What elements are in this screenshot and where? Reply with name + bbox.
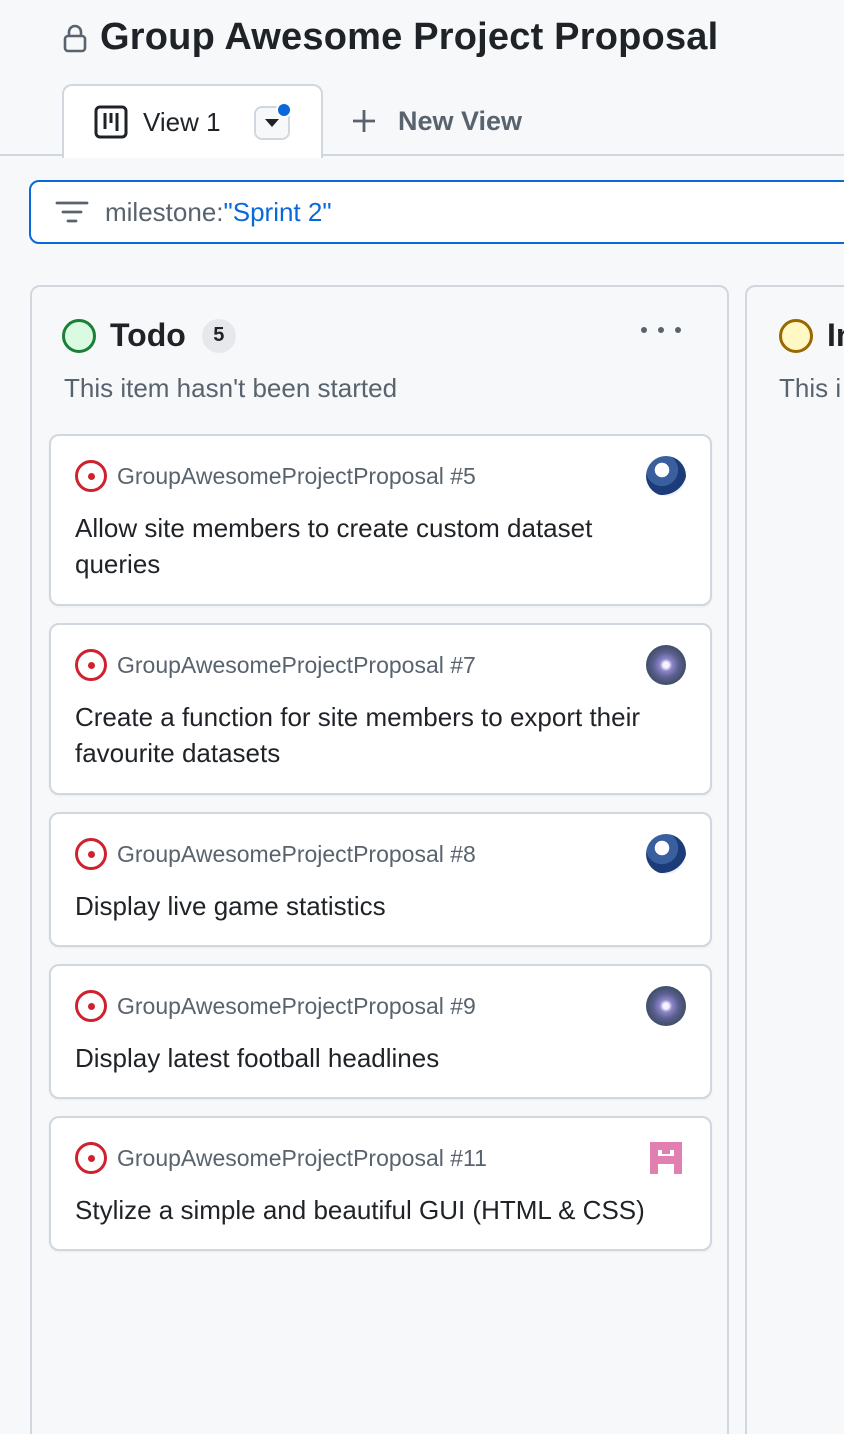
card-repo-link[interactable]: GroupAwesomeProjectProposal #9: [117, 993, 476, 1020]
project-title: Group Awesome Project Proposal: [100, 16, 719, 58]
column-header: Todo 5: [62, 317, 236, 354]
wave-avatar[interactable]: [646, 456, 686, 496]
column-description: This i: [779, 373, 842, 403]
filter-value: "Sprint 2": [223, 196, 332, 227]
filter-input[interactable]: milestone:"Sprint 2": [29, 180, 844, 244]
in-progress-status-icon: [779, 318, 813, 353]
issue-open-icon: [75, 838, 107, 870]
card-title[interactable]: Allow site members to create custom data…: [75, 510, 675, 582]
new-view-label: New View: [398, 105, 523, 136]
column-in-progress: In This i: [745, 285, 844, 1434]
card-repo-link[interactable]: GroupAwesomeProjectProposal #7: [117, 652, 476, 679]
project-header: Group Awesome Project Proposal View 1 Ne…: [0, 0, 844, 158]
filter-icon: [55, 198, 89, 226]
card-repo-link[interactable]: GroupAwesomeProjectProposal #8: [117, 841, 476, 868]
column-description: This item hasn't been started: [64, 373, 398, 403]
galaxy-avatar[interactable]: [646, 645, 686, 685]
card-meta: GroupAwesomeProjectProposal #5: [75, 460, 476, 492]
column-title: In: [827, 317, 844, 353]
wave-avatar[interactable]: [646, 834, 686, 874]
column-menu-icon[interactable]: [641, 317, 681, 343]
column-count-badge: 5: [201, 318, 236, 353]
view-options-button[interactable]: [254, 102, 292, 140]
tab-view-1[interactable]: View 1: [62, 84, 323, 158]
project-title-row: Group Awesome Project Proposal: [62, 16, 718, 59]
card-meta: GroupAwesomeProjectProposal #11: [75, 1142, 487, 1174]
issue-open-icon: [75, 649, 107, 681]
filter-query: milestone:"Sprint 2": [105, 197, 332, 228]
card-issue-7[interactable]: GroupAwesomeProjectProposal #7 Create a …: [49, 623, 712, 795]
card-title[interactable]: Create a function for site members to ex…: [75, 699, 675, 771]
card-issue-8[interactable]: GroupAwesomeProjectProposal #8 Display l…: [49, 812, 712, 947]
filter-key: milestone:: [105, 196, 224, 227]
column-header: In: [779, 317, 844, 354]
column-title: Todo: [110, 317, 186, 353]
unsaved-changes-dot: [276, 102, 292, 118]
card-issue-9[interactable]: GroupAwesomeProjectProposal #9 Display l…: [49, 964, 712, 1099]
new-view-button[interactable]: New View: [348, 98, 522, 144]
lock-icon: [62, 21, 90, 55]
board-icon: [94, 105, 128, 139]
plus-icon: [348, 105, 380, 137]
card-meta: GroupAwesomeProjectProposal #8: [75, 838, 476, 870]
card-title[interactable]: Stylize a simple and beautiful GUI (HTML…: [75, 1192, 675, 1228]
card-issue-11[interactable]: GroupAwesomeProjectProposal #11 Stylize …: [49, 1116, 712, 1251]
galaxy-avatar[interactable]: [646, 986, 686, 1026]
card-repo-link[interactable]: GroupAwesomeProjectProposal #5: [117, 463, 476, 490]
issue-open-icon: [75, 460, 107, 492]
card-repo-link[interactable]: GroupAwesomeProjectProposal #11: [117, 1145, 487, 1172]
tab-label: View 1: [143, 106, 221, 137]
issue-open-icon: [75, 1142, 107, 1174]
pink-identicon-avatar[interactable]: [646, 1138, 686, 1178]
column-todo: Todo 5 This item hasn't been started Gro…: [30, 285, 729, 1434]
card-title[interactable]: Display latest football headlines: [75, 1040, 675, 1076]
card-title[interactable]: Display live game statistics: [75, 888, 675, 924]
card-meta: GroupAwesomeProjectProposal #7: [75, 649, 476, 681]
todo-status-icon: [62, 318, 96, 353]
chevron-down-icon: [265, 119, 279, 127]
card-issue-5[interactable]: GroupAwesomeProjectProposal #5 Allow sit…: [49, 434, 712, 606]
card-meta: GroupAwesomeProjectProposal #9: [75, 990, 476, 1022]
issue-open-icon: [75, 990, 107, 1022]
